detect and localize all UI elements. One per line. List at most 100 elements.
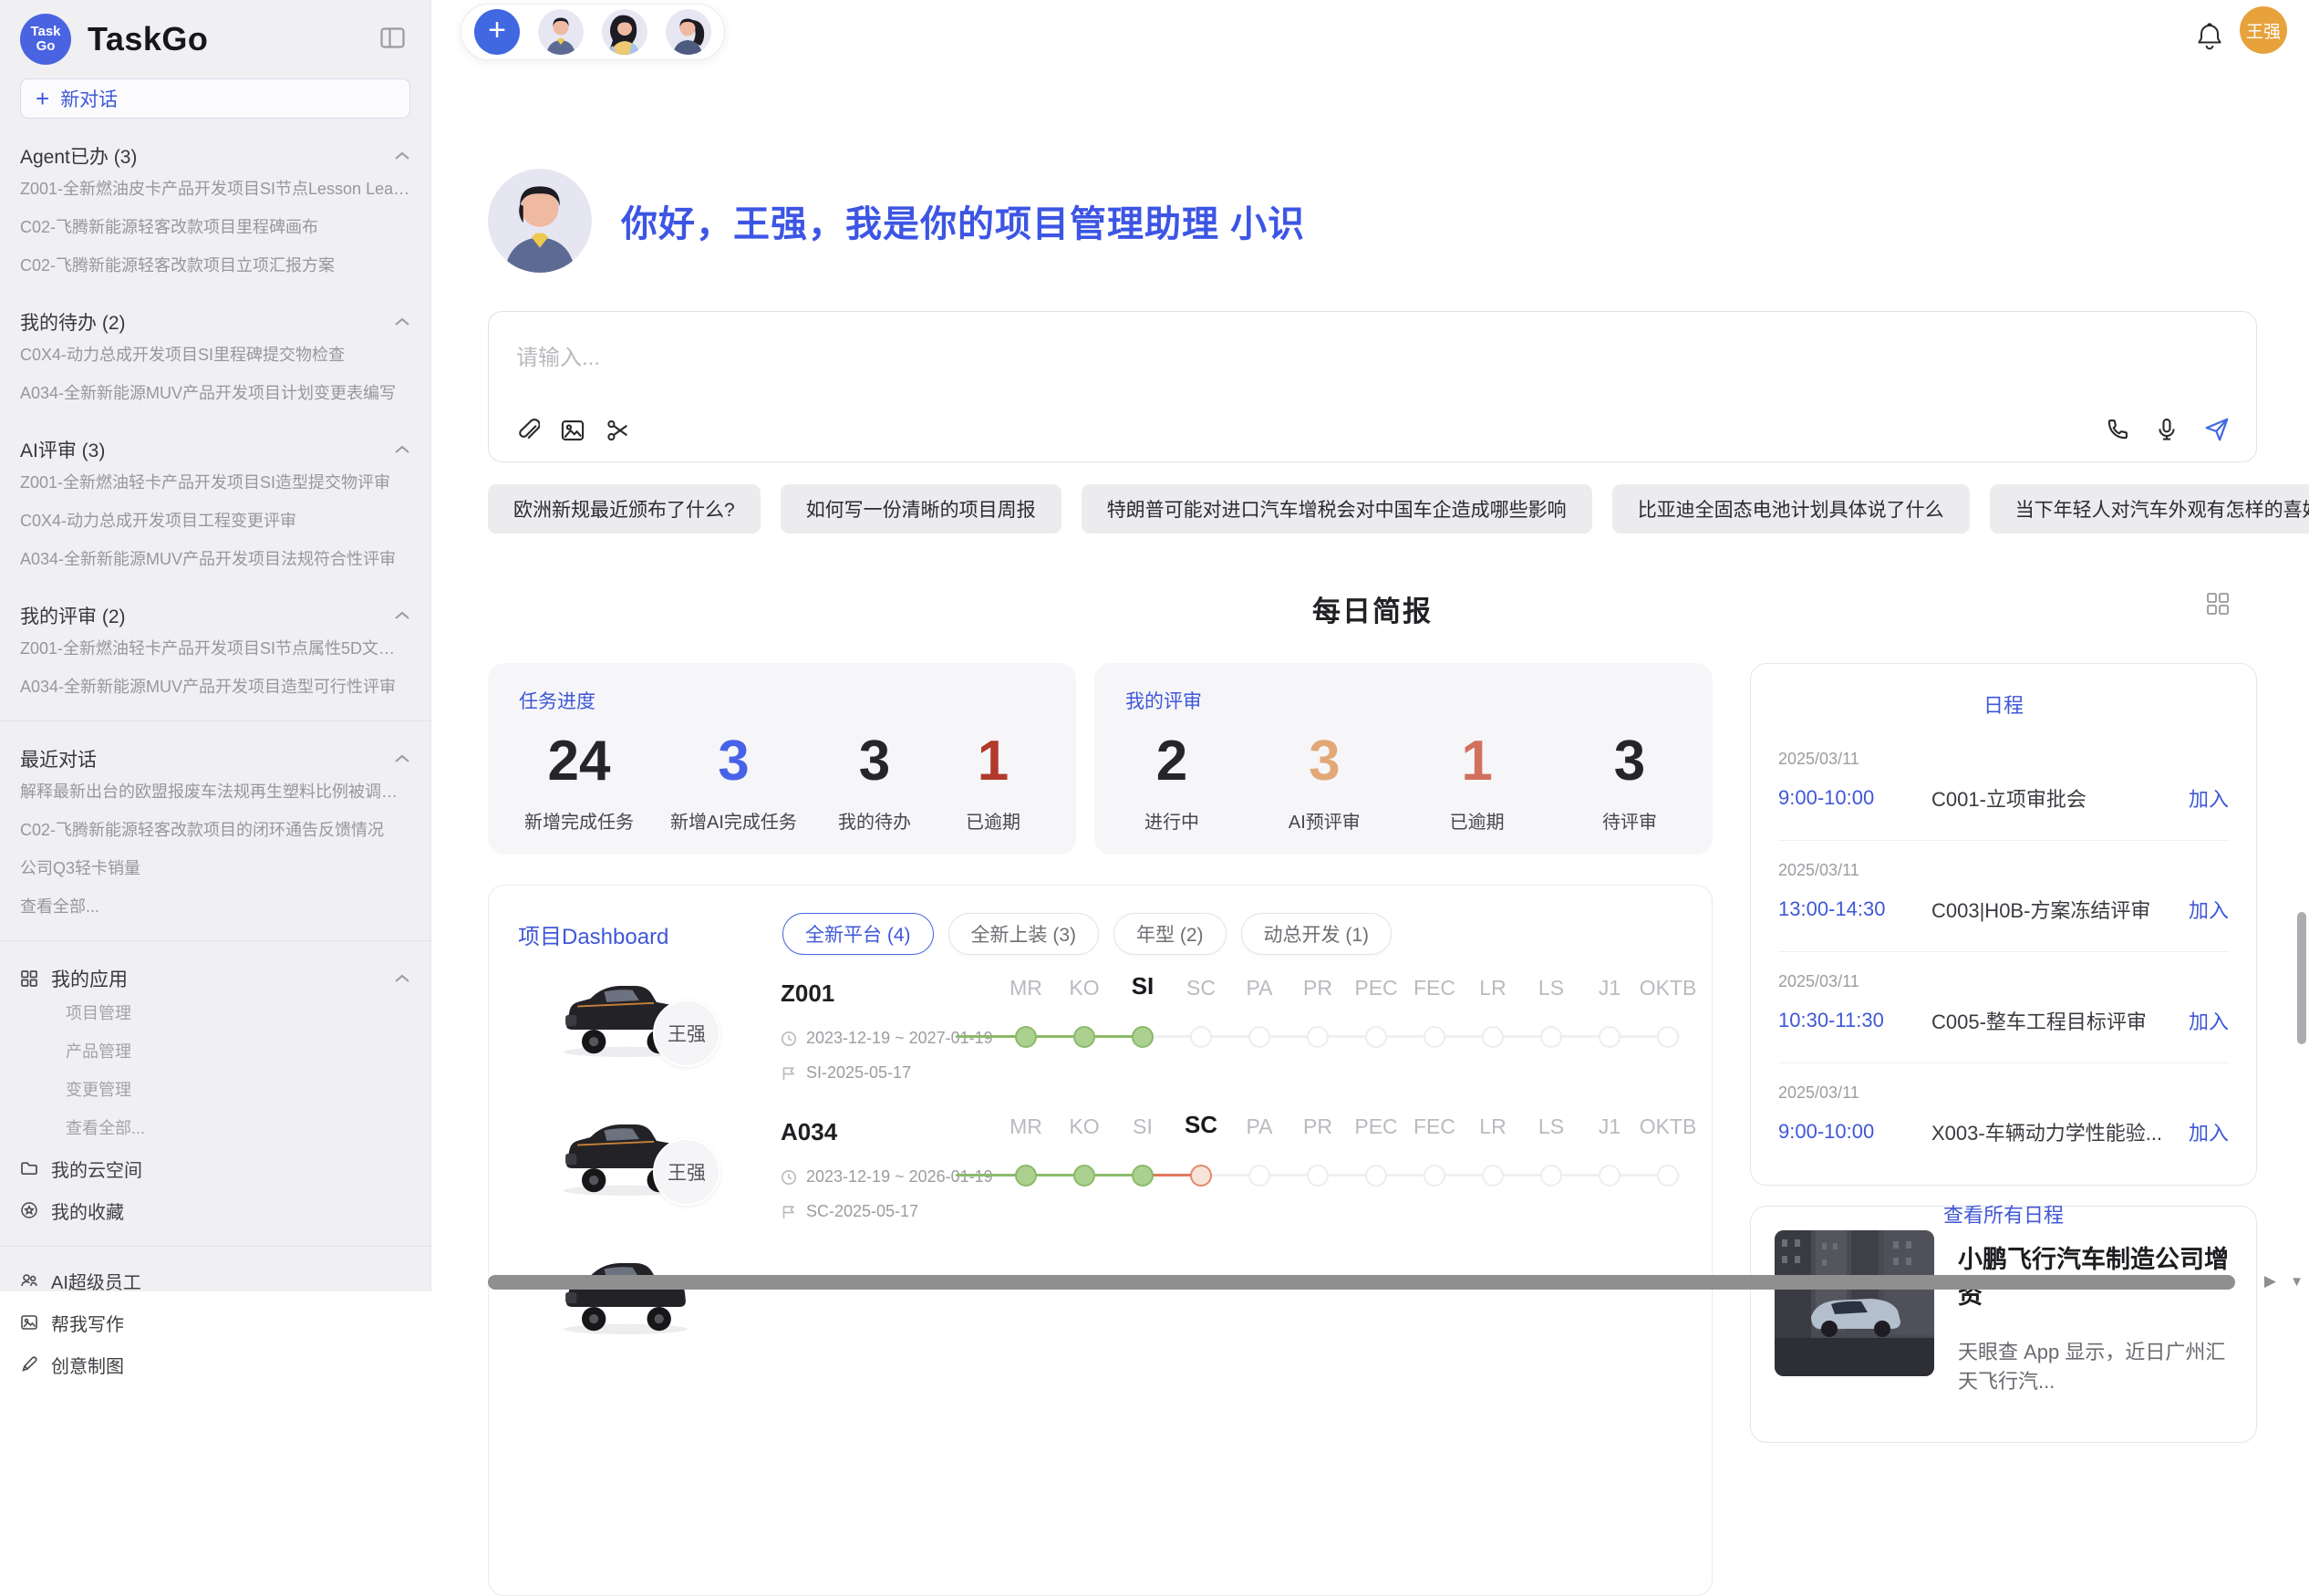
sidebar-section-header[interactable]: 我的评审 (2) — [20, 602, 410, 629]
sidebar-item-tool-0[interactable]: AI超级员工 — [20, 1259, 410, 1301]
dashboard-tab[interactable]: 年型 (2) — [1113, 913, 1227, 955]
milestone-timeline: MRKOSISCPAPRPECFECLRLSJ1OKTB — [956, 1113, 1685, 1222]
stat-value: 24 — [524, 729, 634, 794]
chevron-up-icon[interactable] — [394, 754, 410, 763]
sidebar-section-header[interactable]: AI评审 (3) — [20, 436, 410, 463]
insert-image-icon[interactable] — [560, 418, 585, 443]
news-snippet: 天眼查 App 显示，近日广州汇天飞行汽... — [1958, 1338, 2232, 1396]
sidebar-item[interactable]: A034-全新新能源MUV产品开发项目计划变更表编写 — [20, 374, 410, 412]
sidebar-item[interactable]: Z001-全新燃油轻卡产品开发项目SI造型提交物评审 — [20, 463, 410, 502]
chevron-up-icon[interactable] — [394, 974, 410, 983]
sidebar-item-favorites[interactable]: 我的收藏 — [20, 1189, 410, 1231]
sidebar-item[interactable]: C02-飞腾新能源轻客改款项目的闭环通告反馈情况 — [20, 811, 410, 849]
sidebar-item-tool-1[interactable]: 帮我写作 — [20, 1301, 410, 1343]
schedule-row: 9:00-10:00C001-立项审批会加入 — [1778, 783, 2229, 813]
app-logo: Task Go — [20, 14, 71, 65]
horizontal-scrollbar[interactable] — [488, 1275, 2235, 1290]
suggestion-chip[interactable]: 特朗普可能对进口汽车增税会对中国车企造成哪些影响 — [1082, 484, 1592, 534]
suggestion-chip[interactable]: 比亚迪全固态电池计划具体说了什么 — [1612, 484, 1970, 534]
milestone-label: PA — [1247, 976, 1273, 1000]
chevron-up-icon[interactable] — [394, 445, 410, 454]
milestone-label: PEC — [1354, 976, 1397, 1000]
chevron-up-icon[interactable] — [394, 317, 410, 326]
join-link[interactable]: 加入 — [2189, 1006, 2229, 1035]
project-row[interactable]: 王强Z0012023-12-19 ~ 2027-01-19SI-2025-05-… — [518, 974, 1712, 1113]
layout-grid-icon[interactable] — [2206, 592, 2230, 620]
milestone-label: FEC — [1413, 1114, 1455, 1139]
dashboard-tab[interactable]: 全新上装 (3) — [948, 913, 1100, 955]
sidebar-subitem[interactable]: 变更管理 — [20, 1071, 410, 1109]
milestone-dot — [1132, 1165, 1154, 1187]
suggestion-chip[interactable]: 欧洲新规最近颁布了什么? — [488, 484, 761, 534]
clock-icon — [781, 1169, 797, 1186]
greeting-block: 你好，王强，我是你的项目管理助理 小识 — [488, 169, 2257, 273]
app-title: TaskGo — [88, 20, 208, 58]
sidebar-item[interactable]: Z001-全新燃油皮卡产品开发项目SI节点Lesson Learn报告 — [20, 170, 410, 208]
suggestion-chip[interactable]: 如何写一份清晰的项目周报 — [781, 484, 1061, 534]
sidebar-item-tool-2[interactable]: 创意制图 — [20, 1343, 410, 1385]
send-icon[interactable] — [2203, 416, 2231, 443]
dashboard-tab[interactable]: 动总开发 (1) — [1241, 913, 1393, 955]
sidebar-subitem[interactable]: 查看全部... — [20, 1109, 410, 1147]
milestone-dot — [1365, 1026, 1387, 1048]
stat-label: 我的待办 — [834, 807, 916, 834]
join-link[interactable]: 加入 — [2189, 1117, 2229, 1146]
microphone-icon[interactable] — [2154, 417, 2180, 442]
scroll-down-arrow-icon[interactable]: ▼ — [2290, 1274, 2304, 1290]
sidebar-item[interactable]: Z001-全新燃油轻卡产品开发项目SI节点属性5D文件评审 — [20, 629, 410, 668]
chevron-up-icon[interactable] — [394, 611, 410, 620]
sidebar-item[interactable]: A034-全新新能源MUV产品开发项目法规符合性评审 — [20, 540, 410, 578]
sidebar-item[interactable]: 查看全部... — [20, 887, 410, 926]
tool-label: 帮我写作 — [51, 1310, 124, 1336]
sidebar-item[interactable]: 解释最新出台的欧盟报废车法规再生塑料比例被调至15%... — [20, 772, 410, 811]
vertical-scrollbar[interactable] — [2297, 912, 2306, 1044]
dashboard-tab[interactable]: 全新平台 (4) — [782, 913, 934, 955]
chevron-up-icon[interactable] — [394, 151, 410, 161]
news-card[interactable]: 小鹏飞行汽车制造公司增资 天眼查 App 显示，近日广州汇天飞行汽... — [1750, 1206, 2257, 1443]
milestone-dot — [1073, 1026, 1095, 1048]
sidebar-item[interactable]: C02-飞腾新能源轻客改款项目立项汇报方案 — [20, 246, 410, 285]
stat-column: 24新增完成任务 — [524, 729, 634, 834]
stat-label: 进行中 — [1131, 807, 1213, 834]
milestone-label: LR — [1479, 976, 1506, 1000]
join-link[interactable]: 加入 — [2189, 895, 2229, 924]
sidebar-subitem[interactable]: 项目管理 — [20, 994, 410, 1032]
sidebar: Task Go TaskGo + 新对话 Agent已办 (3)Z001-全新燃… — [0, 0, 431, 1291]
stat-column: 3待评审 — [1589, 729, 1671, 834]
sidebar-section-header[interactable]: 我的待办 (2) — [20, 308, 410, 336]
sidebar-item[interactable]: C0X4-动力总成开发项目SI里程碑提交物检查 — [20, 336, 410, 374]
scroll-right-arrow-icon[interactable]: ▶ — [2264, 1272, 2276, 1290]
stat-label: 已逾期 — [952, 807, 1034, 834]
sidebar-item[interactable]: A034-全新新能源MUV产品开发项目造型可行性评审 — [20, 668, 410, 706]
milestone-dot — [1482, 1026, 1504, 1048]
project-row[interactable]: 王强A0342023-12-19 ~ 2026-01-19SC-2025-05-… — [518, 1113, 1712, 1251]
stat-value: 3 — [834, 729, 916, 794]
message-composer[interactable]: 请输入... — [488, 311, 2257, 462]
attachment-icon[interactable] — [514, 418, 540, 443]
suggestion-chip[interactable]: 当下年轻人对汽车外观有怎样的喜好趋势 — [1990, 484, 2309, 534]
voice-call-icon[interactable] — [2105, 417, 2130, 442]
stat-label: 已逾期 — [1436, 807, 1518, 834]
milestone-label: LS — [1538, 976, 1564, 1000]
sidebar-section-header[interactable]: Agent已办 (3) — [20, 142, 410, 170]
milestone-label: J1 — [1599, 976, 1620, 1000]
sidebar-item[interactable]: C0X4-动力总成开发项目工程变更评审 — [20, 502, 410, 540]
favorites-label: 我的收藏 — [51, 1197, 124, 1224]
new-chat-button[interactable]: + 新对话 — [20, 78, 410, 119]
schedule-entry: 2025/03/119:00-10:00X003-车辆动力学性能验...加入 — [1778, 1083, 2229, 1174]
sidebar-section-header[interactable]: 最近对话 — [20, 745, 410, 772]
sidebar-item-cloud-space[interactable]: 我的云空间 — [20, 1147, 410, 1189]
schedule-date: 2025/03/11 — [1778, 972, 2229, 991]
project-milestone-flag: SC-2025-05-17 — [781, 1202, 918, 1221]
section-title: 最近对话 — [20, 745, 97, 772]
divider — [0, 720, 430, 721]
sidebar-item[interactable]: 公司Q3轻卡销量 — [20, 849, 410, 887]
sidebar-subitem[interactable]: 产品管理 — [20, 1032, 410, 1071]
sidebar-item-my-apps[interactable]: 我的应用 — [20, 963, 410, 994]
scissors-icon[interactable] — [606, 418, 631, 443]
stat-value: 3 — [1589, 729, 1671, 794]
sidebar-toggle-icon[interactable] — [380, 27, 405, 53]
sidebar-item[interactable]: C02-飞腾新能源轻客改款项目里程碑画布 — [20, 208, 410, 246]
milestone-dot — [1132, 1026, 1154, 1048]
join-link[interactable]: 加入 — [2189, 783, 2229, 813]
